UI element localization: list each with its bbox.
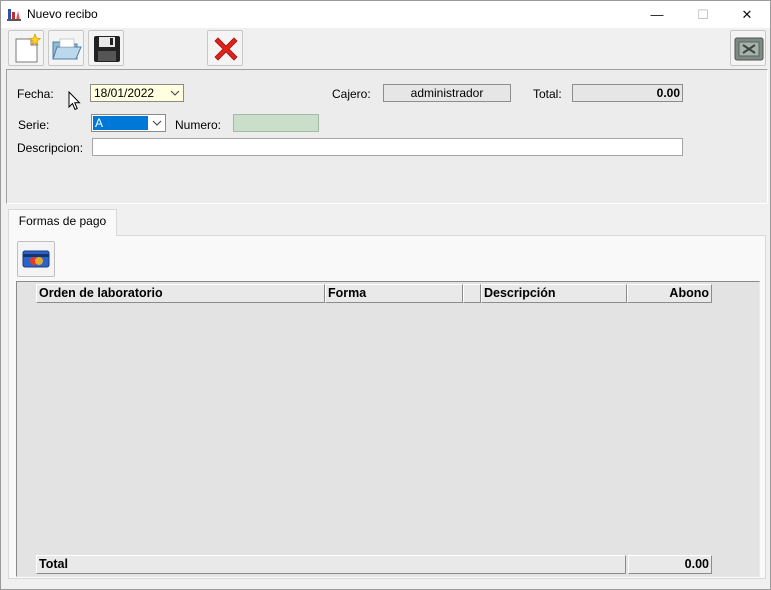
add-payment-button[interactable] (17, 241, 55, 277)
cajero-field: administrador (383, 84, 511, 102)
close-button[interactable]: ✕ (724, 1, 770, 28)
folder-open-icon (52, 38, 82, 60)
credit-card-icon (22, 250, 50, 268)
open-folder-button[interactable] (48, 30, 84, 66)
serie-select[interactable]: A (91, 114, 166, 132)
payments-grid[interactable] (16, 281, 760, 577)
fecha-value: 18/01/2022 (94, 86, 155, 100)
cajero-label: Cajero: (332, 87, 371, 101)
new-document-icon (15, 33, 42, 63)
toolbar (1, 28, 770, 68)
minimize-button[interactable]: — (634, 1, 680, 28)
maximize-button[interactable]: ☐ (680, 1, 726, 28)
descripcion-label: Descripcion: (17, 141, 84, 155)
total-label: Total: (533, 87, 562, 101)
recibo-window: Nuevo recibo — ☐ ✕ Fecha: 18/01/2022 Caj… (0, 0, 771, 590)
title-bar: Nuevo recibo — ☐ ✕ (1, 1, 770, 28)
app-icon (7, 9, 21, 21)
red-x-icon (214, 37, 238, 61)
column-descripcion[interactable]: Descripción (481, 284, 627, 303)
cancel-button[interactable] (207, 30, 243, 66)
footer-total-value: 0.00 (628, 555, 712, 574)
fecha-label: Fecha: (17, 87, 54, 101)
chevron-down-icon[interactable] (168, 86, 182, 100)
exit-button[interactable] (730, 30, 766, 66)
serie-value: A (93, 116, 148, 130)
column-forma[interactable]: Forma (325, 284, 463, 303)
mouse-cursor-icon (68, 91, 81, 111)
new-document-button[interactable] (8, 30, 44, 66)
tab-formas-de-pago[interactable]: Formas de pago (8, 209, 117, 236)
column-abono[interactable]: Abono (627, 284, 712, 303)
serie-label: Serie: (18, 118, 50, 132)
total-field: 0.00 (572, 84, 683, 102)
footer-total-label: Total (36, 555, 626, 574)
chevron-down-icon[interactable] (150, 116, 164, 130)
numero-field[interactable] (233, 114, 319, 132)
column-orden-de-laboratorio[interactable]: Orden de laboratorio (36, 284, 325, 303)
numero-label: Numero: (175, 118, 222, 132)
column-blank[interactable] (463, 284, 481, 303)
floppy-disk-icon (94, 36, 120, 62)
fecha-date-picker[interactable]: 18/01/2022 (90, 84, 184, 102)
descripcion-input[interactable] (92, 138, 683, 156)
window-title: Nuevo recibo (27, 7, 98, 21)
exit-icon (734, 37, 764, 61)
save-button[interactable] (88, 30, 124, 66)
